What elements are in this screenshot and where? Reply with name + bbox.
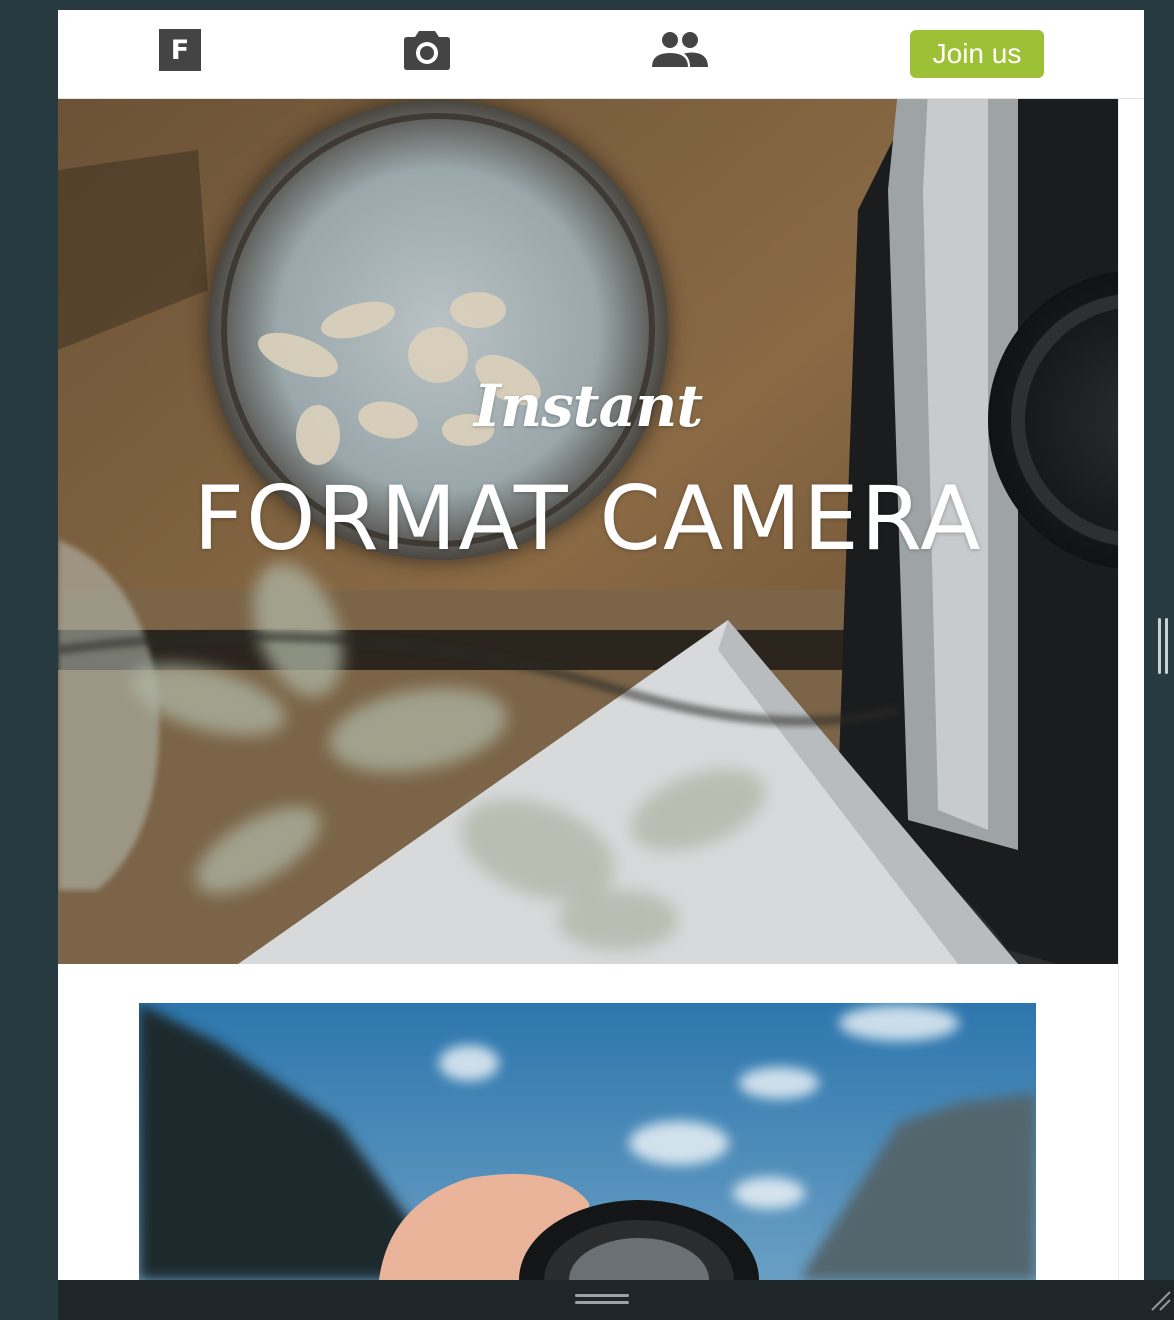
people-icon (652, 32, 708, 67)
hero-script-text: Instant (473, 372, 703, 440)
nav-logo-link[interactable]: F (158, 24, 202, 76)
join-us-button[interactable]: Join us (910, 30, 1044, 78)
corner-resize-icon[interactable] (1148, 1288, 1172, 1312)
logo-icon: F (159, 29, 201, 71)
lens-photo (139, 1003, 1036, 1280)
navbar: F Join us (58, 10, 1144, 99)
hero-title: FORMAT CAMERA (193, 467, 983, 570)
nav-camera-link[interactable] (402, 24, 452, 76)
bottom-resize-handle[interactable] (575, 1294, 629, 1308)
nav-people-link[interactable] (649, 24, 711, 76)
bottom-bar (58, 1280, 1174, 1320)
camera-icon (404, 31, 450, 70)
vertical-scrollbar[interactable] (1118, 98, 1144, 1280)
preview-frame: F Join us Instant FORMAT CAMERA (58, 10, 1144, 1280)
second-image (139, 1003, 1036, 1280)
side-resize-handle[interactable] (1156, 618, 1170, 674)
hero-section: Instant FORMAT CAMERA (58, 90, 1118, 964)
